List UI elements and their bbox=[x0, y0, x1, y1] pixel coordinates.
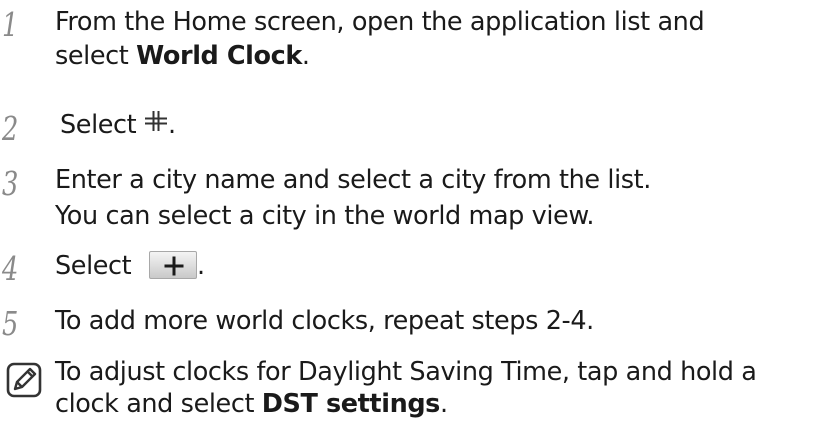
step-text-line: Select . bbox=[55, 251, 205, 281]
step-number: 4 bbox=[2, 249, 19, 288]
step-text-line: You can select a city in the world map v… bbox=[55, 201, 595, 231]
add-crosshair-icon bbox=[144, 108, 168, 141]
note-pencil-icon bbox=[5, 361, 43, 403]
step-text-line: To add more world clocks, repeat steps 2… bbox=[55, 306, 594, 336]
step-number: 1 bbox=[2, 5, 19, 44]
step-text-line: select World Clock. bbox=[55, 41, 310, 71]
step-number: 5 bbox=[2, 304, 19, 343]
note-text-line: To adjust clocks for Daylight Saving Tim… bbox=[55, 357, 757, 387]
plus-button-icon bbox=[148, 251, 197, 279]
step-text-line: Select . bbox=[60, 109, 176, 143]
note-text-line: clock and select DST settings. bbox=[55, 389, 448, 419]
ui-label-dst-settings: DST settings bbox=[261, 389, 441, 419]
step-text-line: From the Home screen, open the applicati… bbox=[55, 7, 705, 37]
step-number: 2 bbox=[2, 109, 19, 148]
step-text-line: Enter a city name and select a city from… bbox=[55, 165, 651, 195]
step-number: 3 bbox=[2, 164, 19, 203]
ui-label-world-clock: World Clock bbox=[136, 41, 302, 71]
